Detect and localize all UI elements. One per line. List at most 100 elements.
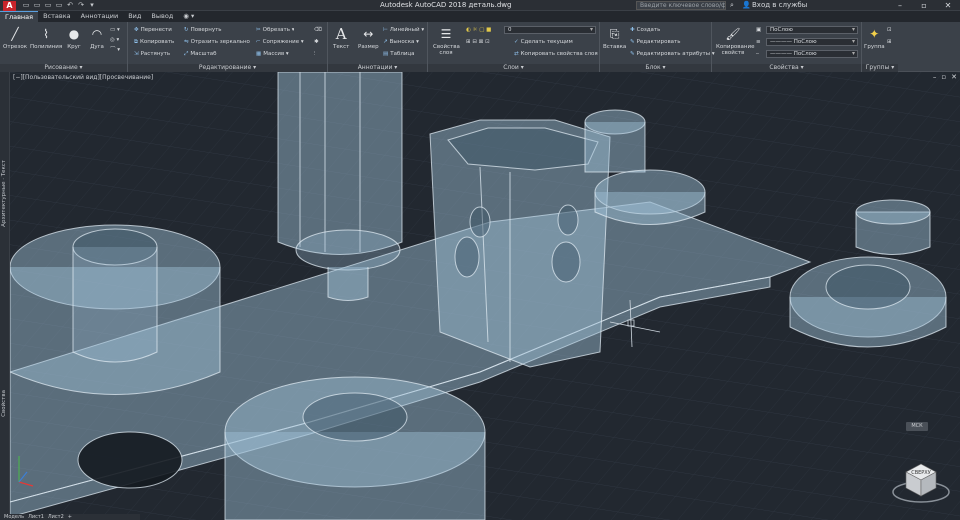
explode-icon[interactable]: ✱ [314,38,319,46]
stretch-tool[interactable]: ⇲ Растянуть [134,50,170,58]
add-layout-icon[interactable]: + [68,514,72,520]
scale-tool[interactable]: ⤢ Масштаб [184,50,217,58]
block-panel-title[interactable]: Блок ▾ [600,64,711,72]
layers-panel-title[interactable]: Слои ▾ [428,64,599,72]
array-tool[interactable]: ▦ Массив ▾ [256,50,289,58]
undo-icon[interactable]: ↶ [66,0,74,11]
line-button[interactable]: ╱ Отрезок [3,26,27,50]
layer-tools-icons[interactable]: ⊞ ⊟ ⊠ ⊡ [466,38,490,46]
layer-dropdown[interactable]: 0 [504,26,596,34]
tab-view[interactable]: Вид [123,11,146,22]
make-current-tool[interactable]: ✓ Сделать текущим [514,38,573,46]
layout-tab-1[interactable]: Лист1 [28,514,44,520]
layout-tab-2[interactable]: Лист2 [48,514,64,520]
front-boss-side [224,432,486,520]
bottom-left-hole [77,431,183,489]
model-3d-view[interactable] [10,72,960,520]
circle-icon: ● [68,27,80,41]
color-dropdown[interactable]: ПоСлою [766,26,858,34]
tall-cylinder-base [295,229,401,271]
right-small-cylinder-top [855,199,931,225]
properties-palette-title[interactable]: Свойства [1,390,7,417]
maximize-icon[interactable]: ▫ [912,0,936,11]
vp-close-icon[interactable]: ✕ [951,73,957,81]
viewport-label[interactable]: [−][Пользовательский вид][Просвечивание] [13,74,153,81]
text-icon: A [335,25,347,43]
ribbon: ╱ Отрезок ⌇ Полилиния ● Круг ◠ Дуга ▭ ▾ ◎ ▾ … [0,22,960,72]
ungroup-icon[interactable]: ⊡ [887,26,892,34]
text-label: Текст [333,44,350,50]
hatch-tool[interactable]: ◎ ▾ [110,36,119,44]
table-tool[interactable]: ▤ Таблица [383,50,415,58]
match-layer-tool[interactable]: ⇄ Копировать свойства слоя [514,50,598,58]
layer-properties-label: Свойства слоя [433,44,460,56]
vp-minimize-icon[interactable]: – [933,73,937,81]
tab-home[interactable]: Главная [0,11,39,22]
wcs-menu[interactable]: МСК [906,422,928,431]
view-cube[interactable]: СВЕРХУ [890,454,952,504]
annotation-panel-title[interactable]: Аннотации ▾ [328,64,427,72]
properties-panel-title[interactable]: Свойства ▾ [712,64,861,72]
arc-button[interactable]: ◠ Дуга [89,26,105,50]
mirror-tool[interactable]: ⇋ Отразить зеркально [184,38,250,46]
tab-annotate[interactable]: Аннотации [76,11,124,22]
groups-panel-title[interactable]: Группы ▾ [862,64,898,72]
copy-tool[interactable]: ⧉ Копировать [134,38,174,46]
layer-state-icons[interactable]: ◐ ☼ ▢ ■ [466,26,491,34]
tool-palette[interactable]: Архитектурные · Текст Свойства [0,72,10,520]
lineweight-dropdown[interactable]: ———— ПоСлою [766,38,858,46]
edit-block-tool[interactable]: ✎ Редактировать [630,38,681,46]
fillet-tool[interactable]: ⌐ Сопряжение ▾ [256,38,304,46]
circle-button[interactable]: ● Круг [66,26,82,50]
edit-attributes-tool[interactable]: ✎ Редактировать атрибуты ▾ [630,50,715,58]
tab-output[interactable]: Вывод [146,11,178,22]
search-icon[interactable]: ⌕ [730,0,734,11]
palette-title[interactable]: Архитектурные · Текст [1,160,7,227]
modify-panel-title[interactable]: Редактирование ▾ [128,64,327,72]
qat-new-icon[interactable]: ▭ [22,0,30,11]
rectangle-tool[interactable]: ▭ ▾ [110,26,120,34]
group-button[interactable]: ✦ Группа [864,26,885,50]
draw-panel-title[interactable]: Рисование ▾ [0,64,127,72]
linetype-dropdown[interactable]: ———— ПоСлою [766,50,858,58]
leader-tool[interactable]: ↗ Выноска ▾ [383,38,419,46]
insert-button[interactable]: ⎘ Вставка [603,26,626,50]
table-icon: ▤ [383,51,389,57]
qat-menu-icon[interactable]: ▾ [88,0,96,11]
color-swatch-icon: ▣ [756,27,762,33]
drawing-area[interactable]: Архитектурные · Текст Свойства [−][Польз… [0,72,960,520]
linear-dim-tool[interactable]: ⊢ Линейный ▾ [383,26,424,34]
small-cylinder-side [584,122,646,173]
redo-icon[interactable]: ↷ [77,0,85,11]
vp-restore-icon[interactable]: ▫ [941,73,946,81]
layout-tab-model[interactable]: Модель [4,514,24,520]
rotate-tool[interactable]: ↻ Повернуть [184,26,222,34]
minimize-icon[interactable]: – [888,0,912,11]
dimension-label: Размер [358,44,379,50]
user-icon[interactable]: 👤 [742,0,751,11]
qat-save-icon[interactable]: ▭ [44,0,52,11]
signin-link[interactable]: Вход в службы [752,0,807,11]
autocad-logo[interactable]: A [3,1,16,11]
tab-insert[interactable]: Вставка [38,11,76,22]
qat-print-icon[interactable]: ▭ [55,0,63,11]
erase-icon[interactable]: ⌫ [314,26,322,34]
match-properties-button[interactable]: 🖌 Копирование свойств [716,26,754,56]
text-button[interactable]: A Текст [333,26,349,50]
layer-properties-button[interactable]: ☰ Свойства слоя [433,26,460,56]
dimension-button[interactable]: ↔ Размер [358,26,379,50]
close-icon[interactable]: ✕ [936,0,960,11]
lower-pin [327,267,369,301]
create-block-tool[interactable]: ✚ Создать [630,26,660,34]
spline-tool[interactable]: ⌒ ▾ [110,46,120,54]
trim-tool[interactable]: ✂ Обрезать ▾ [256,26,294,34]
search-input[interactable]: Введите ключевое слово/фразу [636,1,726,10]
move-tool[interactable]: ✥ Перенести [134,26,172,34]
group-edit-icon[interactable]: ⊞ [887,38,892,46]
tab-more[interactable]: ◉ ▾ [178,11,199,22]
fillet-label: Сопряжение ▾ [262,39,304,45]
offset-icon[interactable]: ⫶ [314,50,315,58]
polyline-button[interactable]: ⌇ Полилиния [30,26,62,50]
qat-open-icon[interactable]: ▭ [33,0,41,11]
line-icon: ╱ [11,27,19,41]
